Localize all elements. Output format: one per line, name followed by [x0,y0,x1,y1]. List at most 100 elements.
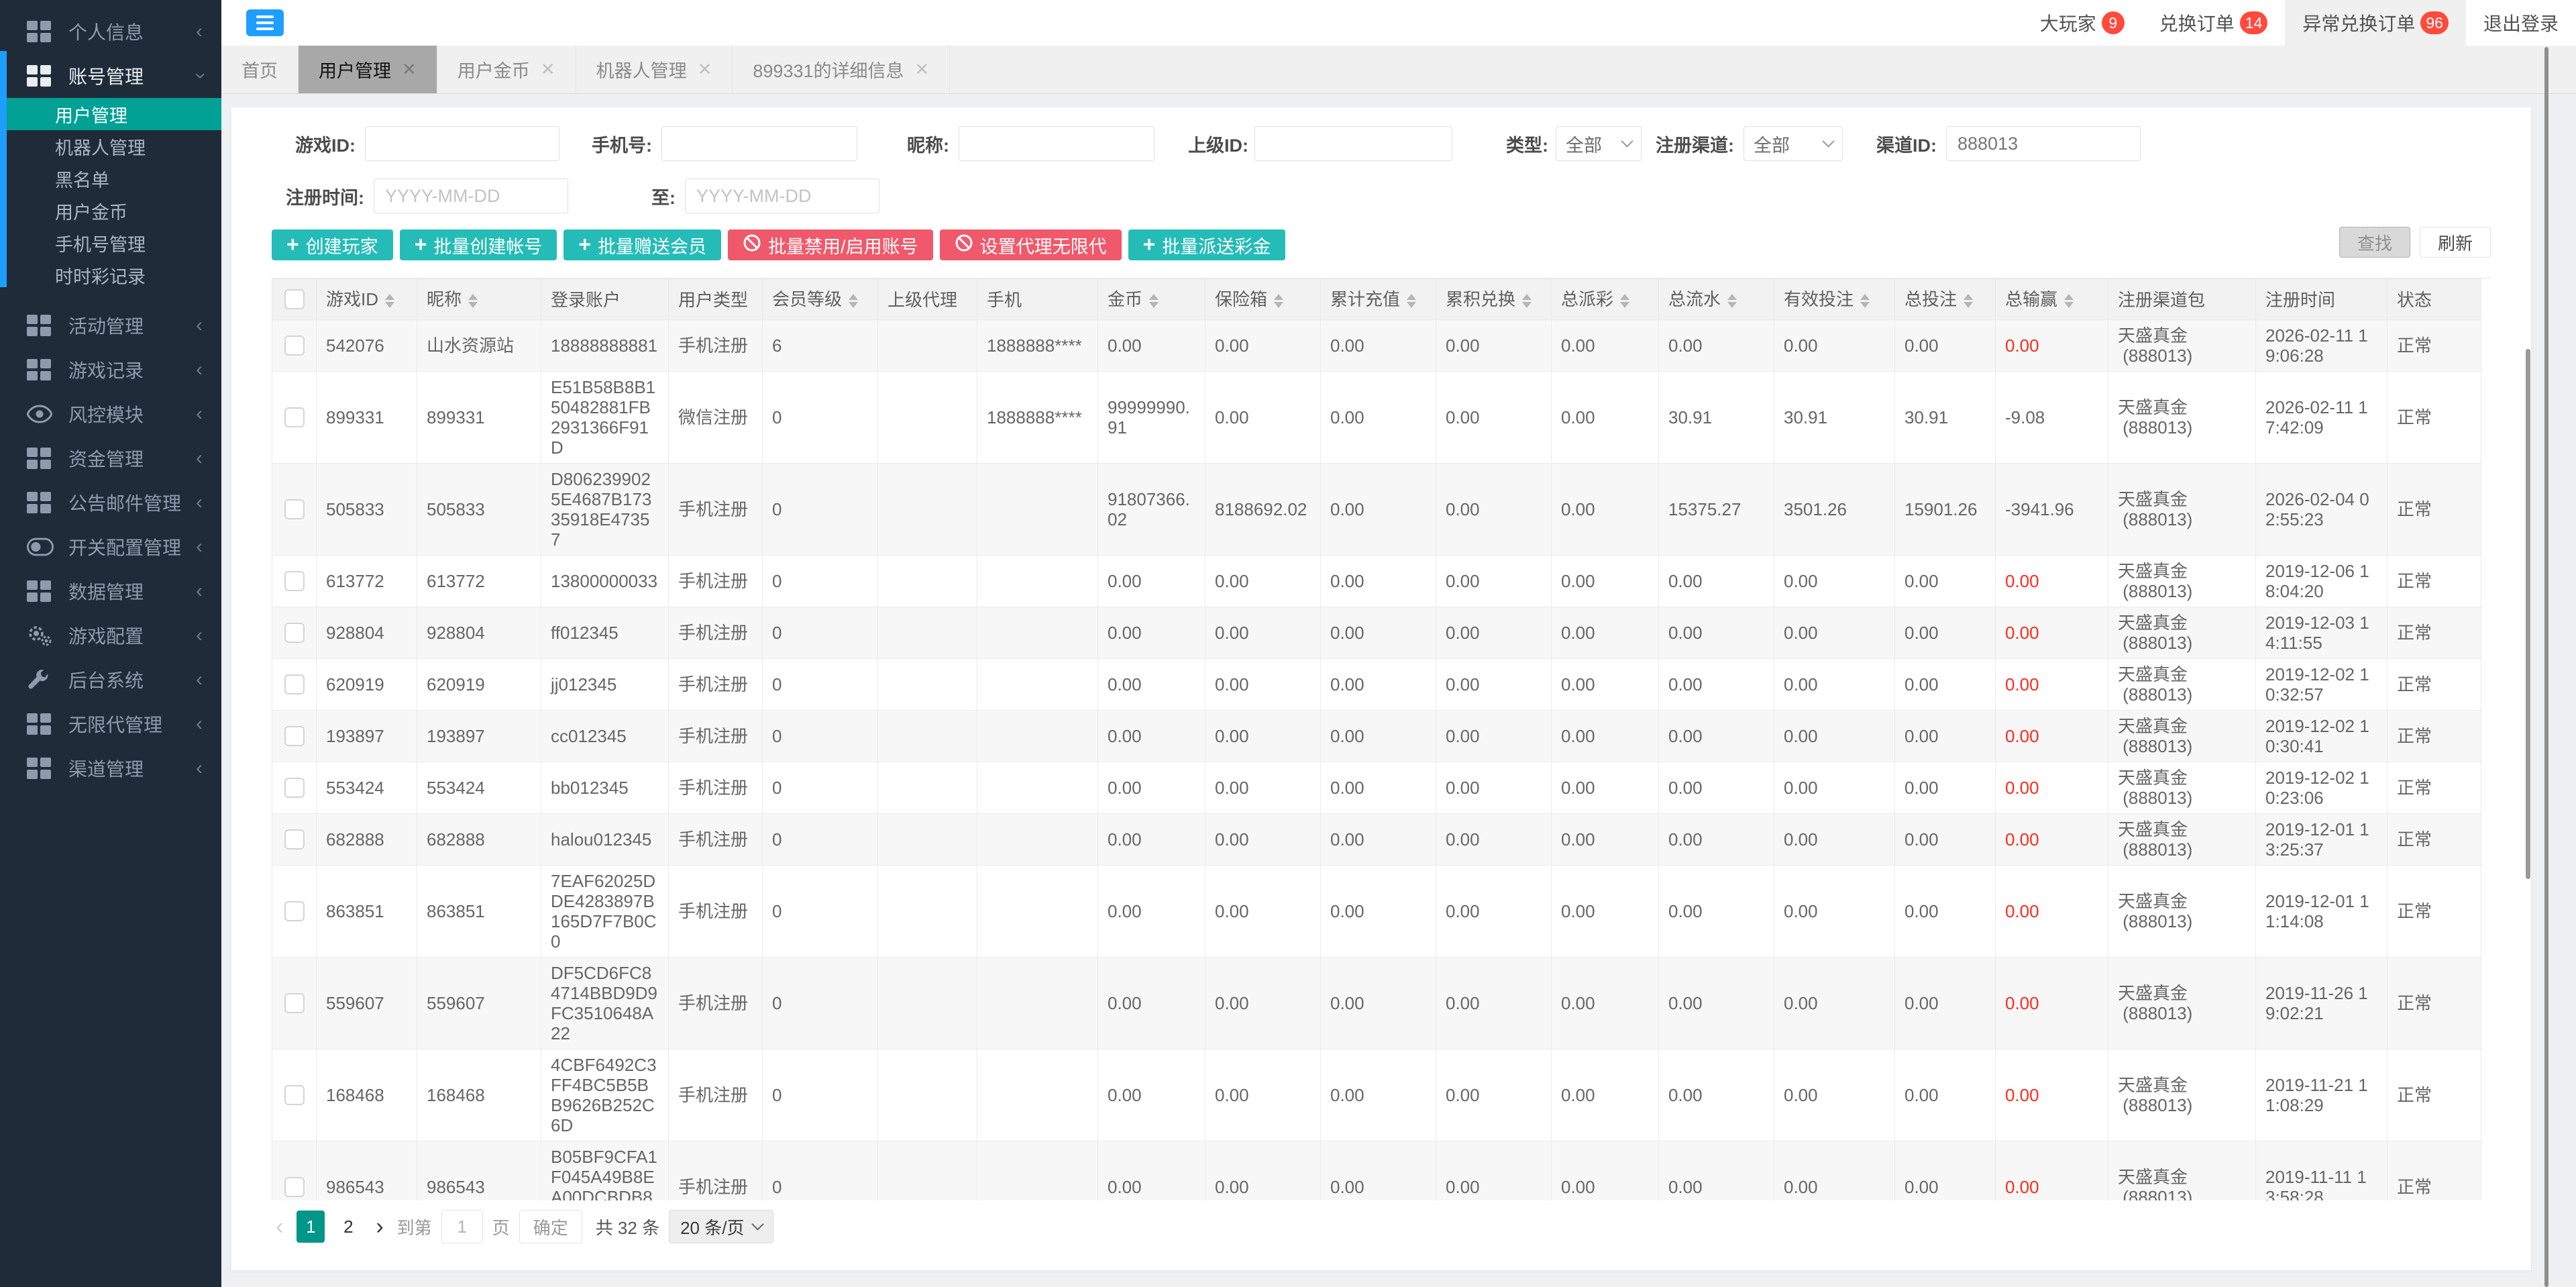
column-header-safe[interactable]: 保险箱 [1205,279,1321,320]
row-checkbox[interactable] [284,623,305,643]
column-header-payout[interactable]: 总派彩 [1552,279,1659,320]
sort-icon[interactable] [1860,289,1870,313]
sidebar-item-data-mgmt[interactable]: 数据管理‹ [0,569,221,613]
reg-channel-select[interactable]: 全部 [1743,126,1843,161]
sidebar-item-account-mgmt[interactable]: 账号管理‹ [0,54,221,98]
sort-icon[interactable] [1149,289,1159,313]
topbar-item-big-players[interactable]: 大玩家9 [2023,0,2142,46]
prev-page-button[interactable]: ‹ [272,1214,287,1240]
sidebar-item-game-records[interactable]: 游戏记录‹ [0,348,221,392]
sidebar-item-activity-mgmt[interactable]: 活动管理‹ [0,303,221,348]
sort-icon[interactable] [1522,289,1532,313]
topbar-item-logout[interactable]: 退出登录 [2466,0,2576,46]
select-all-checkbox[interactable] [284,289,305,309]
sidebar-subitem-phone-mgmt[interactable]: 手机号管理 [0,227,221,259]
sort-icon[interactable] [1964,289,1973,313]
refresh-button[interactable]: 刷新 [2420,227,2491,258]
row-checkbox[interactable] [284,571,305,591]
batch-gift-vip-button[interactable]: +批量赠送会员 [564,229,721,260]
sidebar-item-backend-system[interactable]: 后台系统‹ [0,658,221,702]
sort-icon[interactable] [1620,289,1629,313]
row-checkbox[interactable] [284,778,305,798]
set-agent-unlimited-button[interactable]: 设置代理无限代 [940,229,1122,260]
menu-toggle-button[interactable] [246,9,284,36]
batch-create-account-button[interactable]: +批量创建帐号 [400,229,557,260]
column-header-total_win[interactable]: 总输赢 [1996,279,2108,320]
row-checkbox[interactable] [284,336,305,356]
sidebar-item-risk-control[interactable]: 风控模块‹ [0,392,221,436]
tab-home[interactable]: 首页 [221,46,299,93]
column-header-user_type: 用户类型 [669,279,763,320]
type-select[interactable]: 全部 [1556,126,1642,161]
cell-user_type: 手机注册 [669,813,763,865]
row-checkbox[interactable] [284,499,305,519]
sidebar-item-personal-info[interactable]: 个人信息‹ [0,9,221,54]
sort-icon[interactable] [385,289,394,313]
sidebar-item-notice-mail-mgmt[interactable]: 公告邮件管理‹ [0,480,221,525]
goto-page-input[interactable] [441,1210,483,1243]
column-header-total_bet[interactable]: 总投注 [1895,279,1996,320]
batch-send-bonus-button[interactable]: +批量派送彩金 [1128,229,1286,260]
nickname-input[interactable] [959,126,1155,161]
sidebar-item-switch-config-mgmt[interactable]: 开关配置管理‹ [0,525,221,569]
row-checkbox[interactable] [284,1085,305,1105]
tab-detail-899331[interactable]: 899331的详细信息✕ [733,46,950,93]
tab-robot-mgmt[interactable]: 机器人管理✕ [576,46,733,93]
row-checkbox[interactable] [284,674,305,694]
sort-icon[interactable] [468,289,478,313]
column-header-exchange[interactable]: 累积兑换 [1436,279,1552,320]
sidebar-subitem-robot-mgmt[interactable]: 机器人管理 [0,130,221,162]
sidebar-subitem-user-coins[interactable]: 用户金币 [0,195,221,227]
sort-icon[interactable] [849,289,858,313]
sort-icon[interactable] [2064,289,2074,313]
reg-time-end-input[interactable] [685,178,879,213]
column-header-coin[interactable]: 金币 [1098,279,1205,320]
sidebar-subitem-ssc-records[interactable]: 时时彩记录 [0,259,221,291]
sidebar-item-funds-mgmt[interactable]: 资金管理‹ [0,436,221,480]
confirm-button[interactable]: 确定 [519,1210,582,1243]
column-header-recharge[interactable]: 累计充值 [1321,279,1436,320]
reg-time-start-input[interactable] [374,178,568,213]
sidebar-item-channel-mgmt[interactable]: 渠道管理‹ [0,746,221,790]
row-checkbox[interactable] [284,1177,305,1197]
row-checkbox[interactable] [284,993,305,1013]
sort-icon[interactable] [1274,289,1283,313]
sort-icon[interactable] [1407,289,1416,313]
column-header-id[interactable]: 游戏ID [317,279,417,320]
close-icon[interactable]: ✕ [698,59,712,80]
column-header-flow[interactable]: 总流水 [1659,279,1774,320]
sidebar-subitem-user-mgmt[interactable]: 用户管理 [0,98,221,130]
column-header-valid_bet[interactable]: 有效投注 [1774,279,1895,320]
column-header-nick[interactable]: 昵称 [417,279,541,320]
create-player-button[interactable]: +创建玩家 [272,229,393,260]
phone-input[interactable] [661,126,857,161]
sidebar-item-game-config[interactable]: 游戏配置‹ [0,613,221,658]
tab-user-mgmt[interactable]: 用户管理✕ [299,46,437,93]
sidebar-item-unlimited-agent-mgmt[interactable]: 无限代管理‹ [0,702,221,746]
page-size-select[interactable]: 20 条/页 [669,1210,773,1243]
close-icon[interactable]: ✕ [541,59,555,80]
search-button[interactable]: 查找 [2339,227,2410,258]
row-checkbox[interactable] [284,901,305,921]
tab-user-coins[interactable]: 用户金币✕ [437,46,576,93]
next-page-button[interactable]: › [372,1214,387,1240]
game-id-input[interactable] [365,126,559,161]
row-checkbox[interactable] [284,829,305,850]
page-scrollbar[interactable] [2544,47,2548,1287]
batch-disable-enable-account-button[interactable]: 批量禁用/启用账号 [728,229,933,260]
close-icon[interactable]: ✕ [402,59,417,80]
channel-id-input[interactable] [1946,126,2141,161]
cell-valid_bet: 0.00 [1774,1141,1895,1200]
close-icon[interactable]: ✕ [915,59,930,80]
topbar-item-exchange-orders[interactable]: 兑换订单14 [2142,0,2286,46]
topbar-item-abnormal-exchange-orders[interactable]: 异常兑换订单96 [2285,0,2466,46]
row-checkbox[interactable] [284,726,305,746]
sidebar-subitem-blacklist[interactable]: 黑名单 [0,162,221,195]
page-button-1[interactable]: 1 [297,1211,325,1243]
column-header-vip[interactable]: 会员等级 [763,279,878,320]
parent-id-input[interactable] [1254,126,1452,161]
sort-icon[interactable] [1727,289,1737,313]
row-checkbox[interactable] [284,407,305,427]
table-scrollbar-thumb[interactable] [2526,349,2530,879]
page-button-2[interactable]: 2 [334,1211,362,1243]
